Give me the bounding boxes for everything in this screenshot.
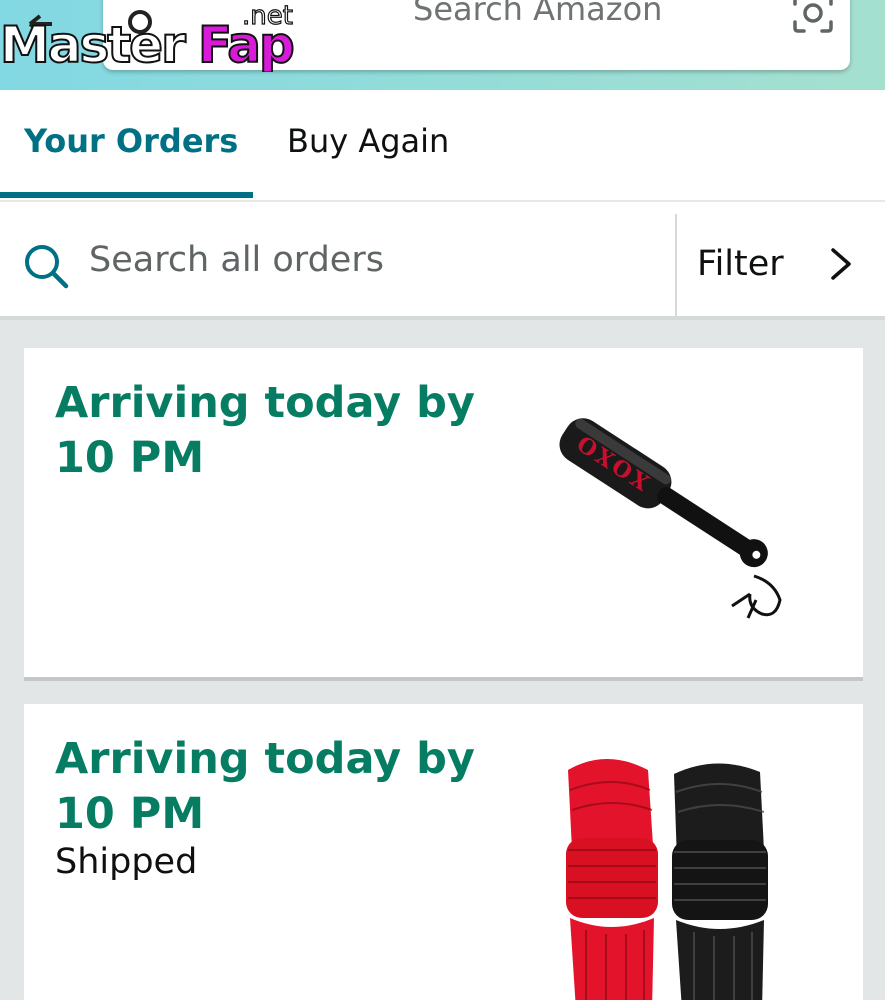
- order-search-row: Search all orders Filter: [0, 202, 885, 320]
- app-header: Search Amazon Master Fap .net: [0, 0, 885, 90]
- search-orders-input[interactable]: Search all orders: [89, 240, 384, 280]
- delivery-status: Arriving today by 10 PM: [55, 734, 475, 839]
- watermark-logo: Master Fap .net: [0, 2, 296, 72]
- camera-icon[interactable]: [791, 0, 835, 34]
- filter-label: Filter: [697, 244, 784, 284]
- search-icon[interactable]: [22, 242, 70, 290]
- chevron-right-icon: [831, 248, 851, 280]
- paddle-image: XOXO: [559, 418, 782, 619]
- rope-bundles-image: [566, 759, 768, 1000]
- search-placeholder[interactable]: Search Amazon: [413, 0, 662, 28]
- tab-buy-again[interactable]: Buy Again: [287, 122, 449, 160]
- order-card[interactable]: Arriving today by 10 PM Shipped: [24, 704, 863, 1000]
- svg-text:.net: .net: [242, 2, 293, 31]
- active-tab-indicator: [0, 192, 253, 198]
- shipping-status: Shipped: [55, 842, 198, 882]
- delivery-status: Arriving today by 10 PM: [55, 378, 475, 483]
- filter-button[interactable]: Filter: [677, 202, 885, 320]
- svg-text:Master: Master: [0, 16, 186, 72]
- order-card[interactable]: Arriving today by 10 PM XOXO: [24, 348, 863, 681]
- tab-your-orders[interactable]: Your Orders: [24, 122, 238, 160]
- orders-tab-bar: Your Orders Buy Again: [0, 90, 885, 202]
